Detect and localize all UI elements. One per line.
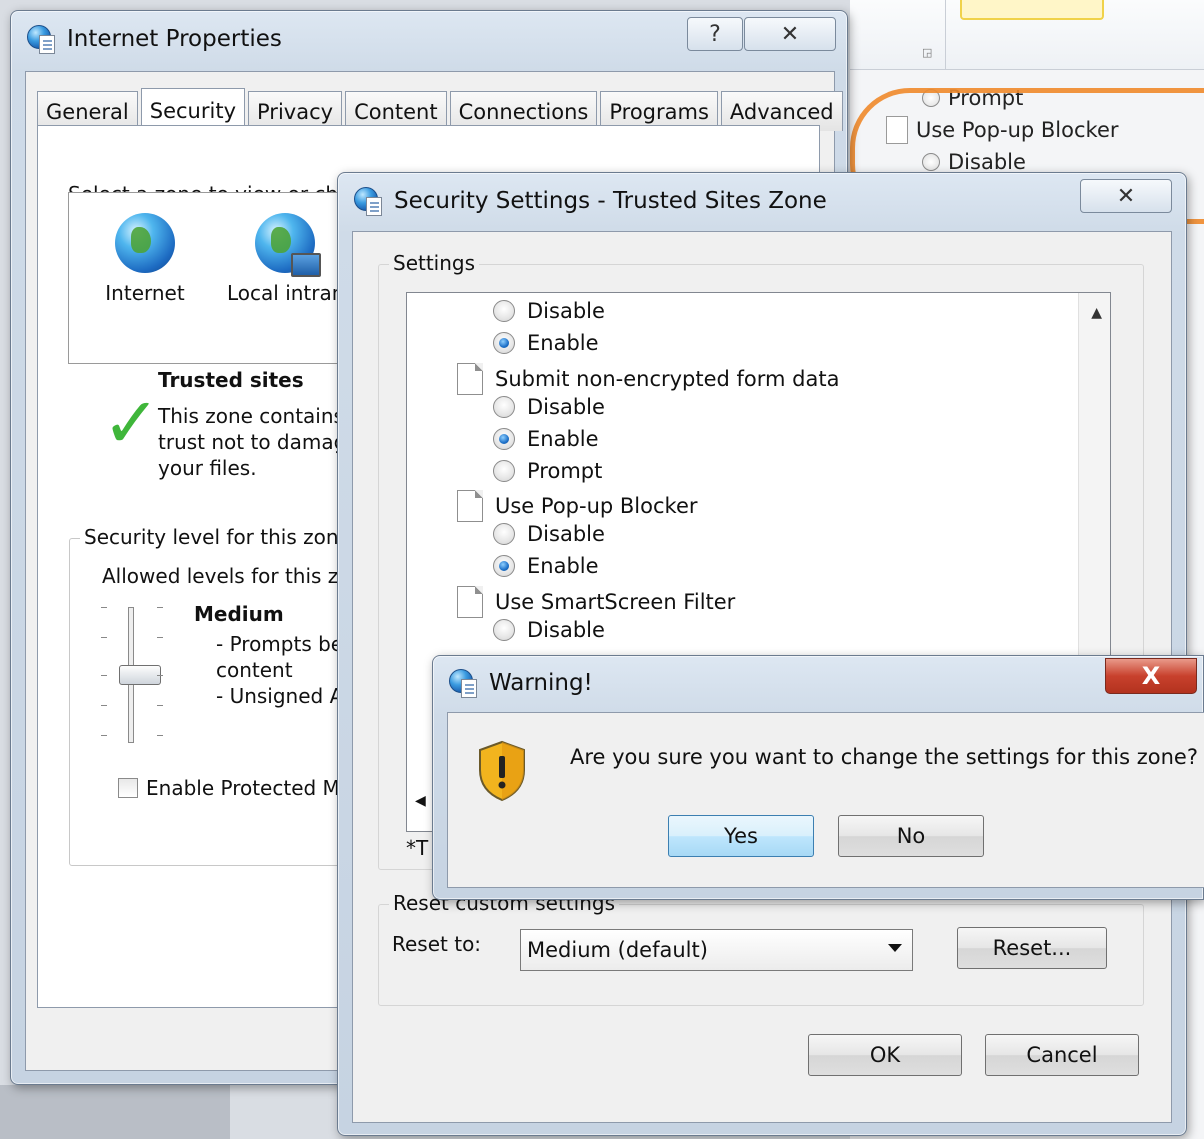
- level-desc-line: - Unsigned A: [216, 684, 344, 708]
- setting-label: Disable: [527, 299, 605, 323]
- setting-option[interactable]: Enable: [493, 331, 599, 355]
- warning-message: Are you sure you want to change the sett…: [570, 745, 1199, 769]
- internet-options-icon: [352, 185, 384, 217]
- highlight-box: [960, 0, 1104, 20]
- help-button[interactable]: ?: [687, 17, 743, 51]
- setting-option[interactable]: Prompt: [493, 459, 602, 483]
- titlebar: Warning!: [433, 656, 1203, 710]
- slider-tick: [101, 735, 107, 736]
- internet-options-icon: [447, 667, 479, 699]
- ribbon-separator: [945, 0, 946, 70]
- radio-button[interactable]: [493, 523, 515, 546]
- radio-button[interactable]: [493, 395, 515, 418]
- level-desc-line: - Prompts be: [216, 632, 344, 656]
- setting-label: Disable: [527, 394, 605, 419]
- close-button[interactable]: ✕: [1080, 179, 1172, 213]
- setting-option[interactable]: Disable: [493, 618, 605, 642]
- radio-button[interactable]: [493, 619, 515, 641]
- internet-options-icon: [25, 23, 57, 55]
- close-button[interactable]: X: [1105, 658, 1197, 694]
- warning-shield-icon: [479, 740, 525, 802]
- setting-label: Enable: [527, 554, 599, 579]
- setting-label: Enable: [527, 426, 599, 451]
- radio-button[interactable]: [493, 459, 515, 482]
- security-level-slider-thumb[interactable]: [119, 665, 161, 685]
- radio-button[interactable]: [493, 331, 515, 354]
- zone-desc-line: trust not to damag: [158, 430, 347, 454]
- slider-tick: [157, 637, 163, 638]
- zone-label: Internet: [105, 281, 185, 305]
- dropdown-arrow-icon: [888, 944, 902, 952]
- note-text: *T: [406, 836, 429, 860]
- document-icon: [457, 490, 483, 523]
- checkmark-icon: ✓: [102, 382, 161, 464]
- reset-level-select[interactable]: Medium (default): [520, 929, 913, 971]
- setting-label: Prompt: [527, 458, 603, 483]
- close-button[interactable]: ✕: [744, 17, 836, 51]
- scroll-up-arrow-icon[interactable]: ▲: [1091, 305, 1102, 321]
- slider-tick: [157, 675, 163, 676]
- setting-option[interactable]: Disable: [493, 522, 605, 546]
- protected-mode-label: Enable Protected Mo: [146, 776, 353, 800]
- radio-button[interactable]: [493, 555, 515, 578]
- setting-option[interactable]: Disable: [493, 395, 605, 419]
- setting-heading: Use SmartScreen Filter: [457, 586, 736, 619]
- slider-tick: [157, 705, 163, 706]
- group-title: Settings: [389, 251, 480, 275]
- setting-label: Disable: [527, 522, 605, 547]
- level-name: Medium: [194, 602, 284, 626]
- selected-value: Medium (default): [527, 938, 708, 962]
- slider-tick: [101, 607, 107, 608]
- window-title: Warning!: [489, 670, 593, 696]
- dialog-launcher-icon[interactable]: ◲: [922, 46, 932, 59]
- slider-tick: [101, 705, 107, 706]
- dialog-client: [447, 712, 1204, 888]
- group-title: Security level for this zone: [80, 525, 355, 549]
- window-title: Security Settings - Trusted Sites Zone: [394, 188, 827, 214]
- setting-label: Use Pop-up Blocker: [495, 494, 698, 519]
- cancel-button[interactable]: Cancel: [985, 1034, 1139, 1076]
- slider-tick: [101, 675, 107, 676]
- reset-to-label: Reset to:: [392, 932, 482, 956]
- no-button[interactable]: No: [838, 815, 984, 857]
- setting-label: Enable: [527, 330, 599, 355]
- close-icon: X: [1141, 662, 1161, 690]
- document-icon: [457, 586, 483, 619]
- monitor-icon: [291, 253, 321, 277]
- setting-heading: Use Pop-up Blocker: [457, 490, 698, 523]
- radio-button[interactable]: [493, 300, 515, 322]
- setting-label: Submit non-encrypted form data: [495, 366, 840, 391]
- setting-option[interactable]: Enable: [493, 554, 599, 578]
- slider-tick: [157, 607, 163, 608]
- level-desc-line: content: [216, 658, 293, 682]
- setting-option[interactable]: Disable: [493, 299, 605, 323]
- background-strip: [0, 1085, 230, 1139]
- intranet-globe-icon: [255, 213, 321, 277]
- close-icon: ✕: [780, 21, 800, 47]
- slider-tick: [101, 637, 107, 638]
- zone-desc-line: This zone contains: [158, 404, 344, 428]
- zone-desc-line: your files.: [158, 456, 257, 480]
- slider-tick: [157, 735, 163, 736]
- yes-button[interactable]: Yes: [668, 815, 814, 857]
- setting-label: Disable: [527, 618, 605, 642]
- radio-button[interactable]: [493, 427, 515, 450]
- titlebar: Security Settings - Trusted Sites Zone: [338, 173, 1186, 229]
- globe-icon: [115, 213, 175, 273]
- warning-dialog: Warning! X: [432, 655, 1204, 900]
- document-icon: [457, 362, 483, 395]
- protected-mode-checkbox[interactable]: [118, 778, 138, 798]
- reset-button[interactable]: Reset...: [957, 927, 1107, 969]
- help-icon: ?: [709, 21, 721, 47]
- ok-button[interactable]: OK: [808, 1034, 962, 1076]
- close-icon: ✕: [1116, 183, 1136, 209]
- zone-internet[interactable]: Internet: [85, 213, 205, 305]
- window-title: Internet Properties: [67, 26, 282, 52]
- setting-label: Use SmartScreen Filter: [495, 590, 736, 615]
- zone-title: Trusted sites: [158, 368, 304, 392]
- setting-option[interactable]: Enable: [493, 427, 599, 451]
- allowed-levels-label: Allowed levels for this zo: [102, 564, 351, 588]
- ribbon: ◲: [850, 0, 1204, 70]
- setting-heading: Submit non-encrypted form data: [457, 362, 840, 395]
